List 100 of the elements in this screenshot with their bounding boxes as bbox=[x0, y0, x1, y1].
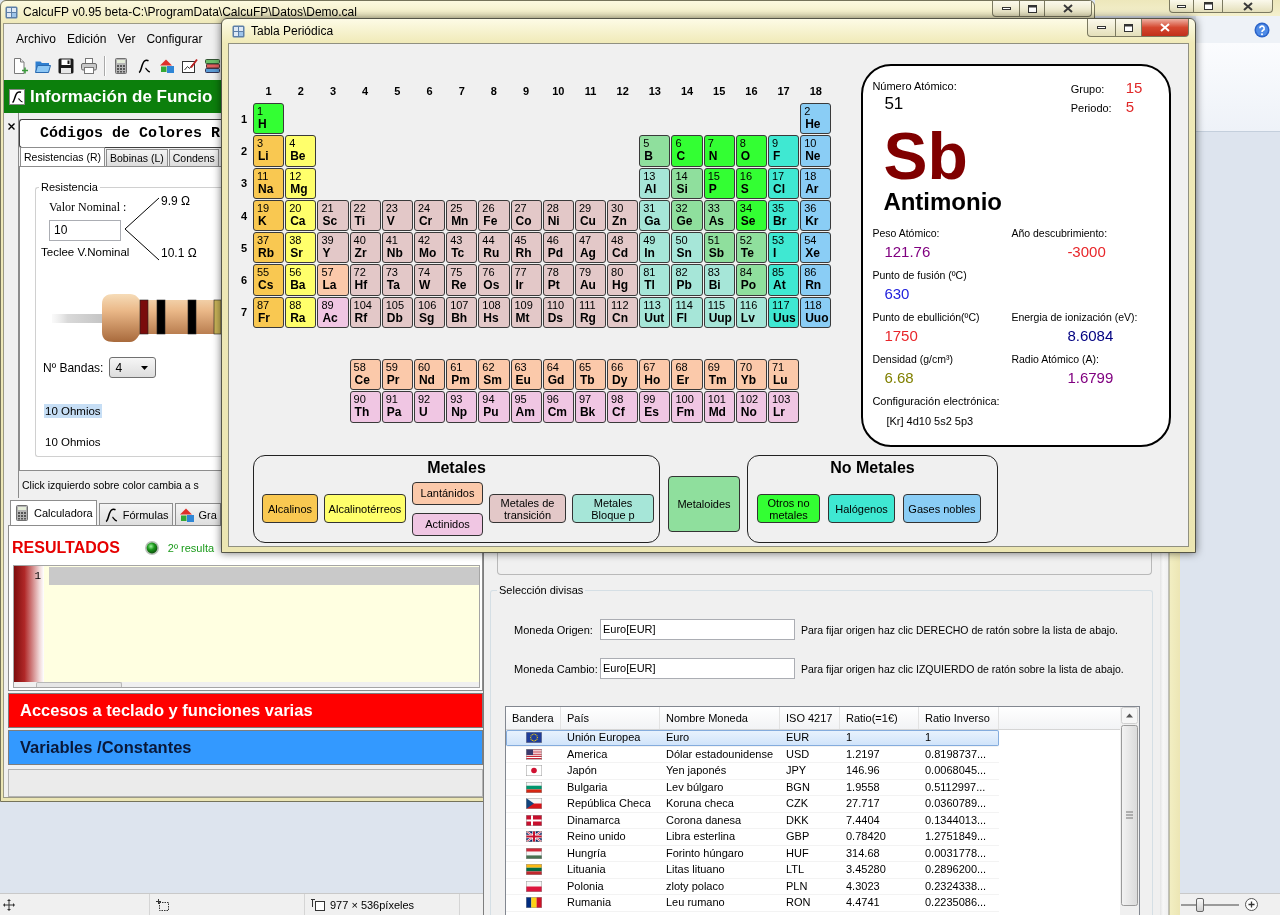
element-tile[interactable]: 30 Zn bbox=[607, 199, 639, 232]
close-button[interactable] bbox=[1045, 1, 1092, 17]
element-tile[interactable]: 97 Bk bbox=[574, 391, 607, 423]
element-tile[interactable]: 86 Rn bbox=[800, 264, 832, 296]
element-tile[interactable]: 14 Si bbox=[671, 167, 703, 199]
column-header[interactable]: Nombre Moneda bbox=[660, 707, 780, 729]
element-tile[interactable]: 7 N bbox=[703, 135, 735, 167]
calculator-icon[interactable] bbox=[113, 57, 129, 74]
element-tile[interactable]: 75 Re bbox=[446, 264, 478, 296]
column-header[interactable]: ISO 4217 bbox=[780, 707, 840, 729]
element-tile[interactable]: 107 Bh bbox=[446, 296, 478, 329]
element-tile[interactable]: 20 Ca bbox=[285, 199, 317, 232]
element-tile[interactable]: 38 Sr bbox=[285, 232, 317, 264]
element-tile[interactable]: 26 Fe bbox=[478, 199, 510, 232]
element-tile[interactable]: 66 Dy bbox=[607, 359, 639, 391]
element-tile[interactable]: 34 Se bbox=[735, 199, 767, 232]
element-tile[interactable]: 12 Mg bbox=[285, 167, 317, 199]
element-tile[interactable]: 82 Pb bbox=[671, 264, 703, 296]
column-header[interactable]: Bandera bbox=[506, 707, 561, 729]
element-tile[interactable]: 3 Li bbox=[253, 135, 285, 167]
new-document-icon[interactable] bbox=[12, 57, 28, 74]
element-tile[interactable]: 58 Ce bbox=[349, 359, 381, 391]
element-tile[interactable]: 1 H bbox=[253, 103, 285, 135]
category-button[interactable]: Metales Bloque p bbox=[572, 494, 654, 523]
category-button[interactable]: Otros no metales bbox=[757, 494, 820, 523]
element-tile[interactable]: 28 Ni bbox=[542, 199, 574, 232]
element-tile[interactable]: 48 Cd bbox=[607, 232, 639, 264]
help-icon[interactable] bbox=[1254, 21, 1270, 38]
maximize-button[interactable] bbox=[1020, 1, 1045, 17]
element-tile[interactable]: 92 U bbox=[413, 391, 446, 423]
menu-item[interactable]: Archivo bbox=[16, 32, 56, 46]
element-tile[interactable]: 17 Cl bbox=[768, 167, 800, 199]
tab[interactable]: Fórmulas bbox=[98, 503, 173, 525]
element-tile[interactable]: 72 Hf bbox=[349, 264, 381, 296]
element-tile[interactable]: 19 K bbox=[253, 199, 285, 232]
zoom-in-icon[interactable] bbox=[1245, 898, 1258, 911]
element-tile[interactable]: 100 Fm bbox=[671, 391, 703, 423]
element-tile[interactable]: 88 Ra bbox=[285, 296, 317, 329]
table-row[interactable]: Rumania Leu rumano RON 4.4741 0.2235086... bbox=[506, 895, 999, 912]
maximize-button[interactable] bbox=[1194, 0, 1223, 13]
element-tile[interactable]: 10 Ne bbox=[800, 135, 832, 167]
table-row[interactable]: Polonia zloty polaco PLN 4.3023 0.2324338... bbox=[506, 878, 999, 895]
element-tile[interactable]: 93 Np bbox=[446, 391, 478, 423]
element-tile[interactable]: 42 Mo bbox=[413, 232, 446, 264]
element-tile[interactable]: 53 I bbox=[768, 232, 800, 264]
element-tile[interactable]: 95 Am bbox=[510, 391, 542, 423]
column-header[interactable]: País bbox=[561, 707, 660, 729]
panel-header[interactable]: Información de Funcio bbox=[4, 80, 221, 113]
minimize-button[interactable] bbox=[1087, 19, 1116, 37]
element-tile[interactable]: 94 Pu bbox=[478, 391, 510, 423]
element-tile[interactable]: 8 O bbox=[735, 135, 767, 167]
element-tile[interactable]: 2 He bbox=[800, 103, 832, 135]
color-band[interactable] bbox=[139, 299, 149, 335]
element-tile[interactable]: 43 Tc bbox=[446, 232, 478, 264]
column-header[interactable]: Ratio Inverso bbox=[919, 707, 999, 729]
currency-field[interactable]: Euro[EUR] bbox=[600, 658, 795, 679]
element-tile[interactable]: 106 Sg bbox=[413, 296, 446, 329]
chart-pen-icon[interactable] bbox=[182, 57, 198, 74]
element-tile[interactable]: 65 Tb bbox=[574, 359, 607, 391]
tab[interactable]: Gra bbox=[174, 503, 221, 525]
element-tile[interactable]: 102 No bbox=[735, 391, 767, 423]
books-icon[interactable] bbox=[205, 57, 221, 74]
element-tile[interactable]: 74 W bbox=[413, 264, 446, 296]
table-row[interactable]: Bulgaria Lev búlgaro BGN 1.9558 0.5112997... bbox=[506, 779, 999, 796]
tab[interactable]: Calculadora bbox=[10, 500, 97, 525]
close-button[interactable] bbox=[1223, 0, 1273, 13]
category-button[interactable]: Actinidos bbox=[412, 512, 483, 536]
element-tile[interactable]: 118 Uuo bbox=[800, 296, 832, 329]
element-tile[interactable]: 84 Po bbox=[735, 264, 767, 296]
element-tile[interactable]: 57 La bbox=[317, 264, 349, 296]
maximize-button[interactable] bbox=[1116, 19, 1142, 37]
close-icon[interactable] bbox=[7, 123, 15, 130]
element-tile[interactable]: 109 Mt bbox=[510, 296, 542, 329]
element-tile[interactable]: 23 V bbox=[381, 199, 413, 232]
element-tile[interactable]: 101 Md bbox=[703, 391, 735, 423]
element-tile[interactable]: 31 Ga bbox=[639, 199, 671, 232]
element-tile[interactable]: 116 Lv bbox=[735, 296, 767, 329]
shapes-icon[interactable] bbox=[159, 57, 175, 74]
color-band[interactable] bbox=[187, 299, 197, 335]
element-tile[interactable]: 33 As bbox=[703, 199, 735, 232]
element-tile[interactable]: 55 Cs bbox=[253, 264, 285, 296]
element-tile[interactable]: 64 Gd bbox=[542, 359, 574, 391]
element-tile[interactable]: 91 Pa bbox=[381, 391, 413, 423]
panel-header[interactable]: Variables /Constantes bbox=[8, 730, 483, 765]
element-tile[interactable]: 113 Uut bbox=[639, 296, 671, 329]
table-row[interactable]: Reino unido Libra esterlina GBP 0.78420 1.2751849... bbox=[506, 829, 999, 846]
element-tile[interactable]: 45 Rh bbox=[510, 232, 542, 264]
tab[interactable]: Bobinas (L) bbox=[106, 149, 168, 166]
element-tile[interactable]: 6 C bbox=[671, 135, 703, 167]
element-tile[interactable]: 112 Cn bbox=[607, 296, 639, 329]
minimize-button[interactable] bbox=[1169, 0, 1194, 13]
element-tile[interactable]: 46 Pd bbox=[542, 232, 574, 264]
element-tile[interactable]: 80 Hg bbox=[607, 264, 639, 296]
slider-thumb[interactable] bbox=[1196, 897, 1204, 912]
category-button[interactable]: Halógenos bbox=[828, 494, 895, 523]
column-header[interactable]: Ratio(=1€) bbox=[840, 707, 919, 729]
element-tile[interactable]: 44 Ru bbox=[478, 232, 510, 264]
element-tile[interactable]: 99 Es bbox=[639, 391, 671, 423]
element-tile[interactable]: 15 P bbox=[703, 167, 735, 199]
table-row[interactable]: Japón Yen japonés JPY 146.96 0.0068045... bbox=[506, 763, 999, 780]
